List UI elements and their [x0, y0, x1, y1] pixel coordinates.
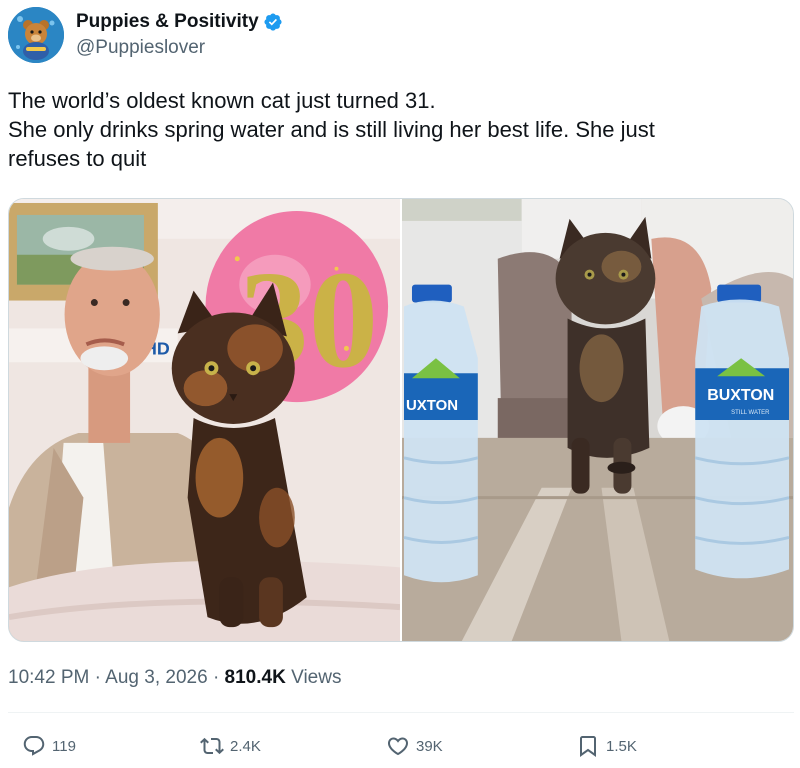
retweet-button[interactable]: 2.4K: [200, 728, 261, 764]
divider: [8, 712, 794, 713]
avatar[interactable]: [8, 7, 64, 63]
bottle-sublabel: STILL WATER: [731, 410, 770, 416]
tweet-media: HD 30 UXTON BUXTON STILL WATER: [8, 198, 794, 642]
bottle-label-left: UXTON: [406, 397, 458, 414]
verified-badge-icon: [264, 13, 282, 31]
like-button[interactable]: 39K: [386, 728, 443, 764]
photo-man-with-cat[interactable]: HD 30: [9, 199, 402, 641]
account-handle[interactable]: @Puppieslover: [76, 37, 283, 59]
tweet-time[interactable]: 10:42 PM: [8, 667, 89, 688]
reply-button[interactable]: 119: [22, 728, 76, 764]
bear-mascot-icon: [8, 7, 64, 63]
retweet-count: 2.4K: [230, 737, 261, 755]
tweet-meta: 10:42 PM · Aug 3, 2026 · 810.4K Views: [8, 667, 341, 689]
display-name[interactable]: Puppies & Positivity: [76, 11, 259, 33]
meta-separator: ·: [212, 667, 220, 688]
retweet-icon: [200, 737, 224, 755]
tweet-text: The world’s oldest known cat just turned…: [8, 86, 768, 173]
reply-icon: [23, 736, 45, 756]
tweet-date[interactable]: Aug 3, 2026: [105, 667, 207, 688]
tweet-text-line: refuses to quit: [8, 146, 147, 171]
bookmark-count: 1.5K: [606, 737, 637, 755]
views-label: Views: [291, 667, 342, 688]
display-name-row: Puppies & Positivity: [76, 11, 283, 33]
like-count: 39K: [416, 737, 443, 755]
bookmark-icon: [580, 736, 596, 757]
reply-count: 119: [52, 737, 76, 755]
photo-cat-with-water-bottles[interactable]: UXTON BUXTON STILL WATER: [402, 199, 793, 641]
tweet-header: Puppies & Positivity @Puppieslover: [8, 6, 283, 64]
tweet-text-line: She only drinks spring water and is stil…: [8, 117, 655, 142]
meta-separator: ·: [94, 667, 101, 688]
account-names: Puppies & Positivity @Puppieslover: [76, 11, 283, 59]
action-bar: 119 2.4K 39K 1.5K: [0, 728, 800, 764]
tweet-text-line: The world’s oldest known cat just turned…: [8, 88, 436, 113]
heart-icon: [387, 737, 409, 756]
bookmark-button[interactable]: 1.5K: [576, 728, 637, 764]
views-count: 810.4K: [224, 667, 286, 688]
bottle-label-right: BUXTON: [707, 387, 774, 404]
